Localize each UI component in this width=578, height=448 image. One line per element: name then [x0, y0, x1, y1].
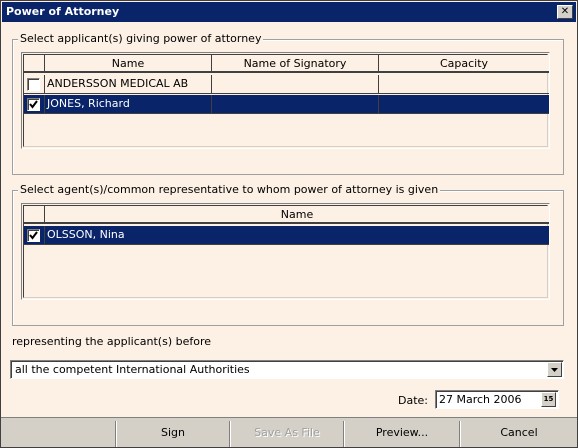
- agent-checkbox[interactable]: [27, 229, 40, 242]
- applicant-name: JONES, Richard: [45, 95, 212, 114]
- agents-header-check: [24, 206, 45, 224]
- applicant-row[interactable]: JONES, Richard: [24, 95, 549, 114]
- date-label: Date:: [398, 394, 428, 407]
- cancel-button[interactable]: Cancel: [460, 421, 577, 447]
- power-of-attorney-dialog: Power of Attorney ✕ Select applicant(s) …: [0, 0, 578, 448]
- agent-row[interactable]: OLSSON, Nina: [24, 226, 549, 245]
- agents-header-name[interactable]: Name: [45, 206, 549, 224]
- title-bar: Power of Attorney ✕: [2, 2, 576, 22]
- close-icon[interactable]: ✕: [557, 5, 573, 19]
- applicant-check-cell: [24, 95, 45, 114]
- window-title: Power of Attorney: [6, 5, 120, 18]
- applicants-header-signatory[interactable]: Name of Signatory: [212, 55, 379, 73]
- applicant-checkbox[interactable]: [27, 78, 40, 91]
- save-as-file-button[interactable]: Save As File: [230, 421, 344, 447]
- applicant-row[interactable]: ANDERSSON MEDICAL AB: [24, 75, 549, 94]
- applicant-name: ANDERSSON MEDICAL AB: [45, 75, 212, 94]
- applicant-signatory[interactable]: [212, 75, 379, 94]
- representing-label: representing the applicant(s) before: [12, 335, 212, 348]
- authority-select-value: all the competent International Authorit…: [15, 363, 250, 376]
- applicant-capacity[interactable]: [379, 95, 549, 114]
- date-field[interactable]: 27 March 2006 15: [435, 390, 559, 409]
- sign-button[interactable]: Sign: [116, 421, 230, 447]
- authority-select[interactable]: all the competent International Authorit…: [10, 360, 564, 379]
- applicants-group-legend: Select applicant(s) giving power of atto…: [18, 32, 264, 45]
- chevron-down-icon[interactable]: [547, 362, 562, 377]
- applicants-table: Name Name of Signatory Capacity ANDERSSO…: [21, 52, 550, 149]
- applicants-header-name[interactable]: Name: [45, 55, 212, 73]
- check-icon: [29, 231, 38, 240]
- applicant-signatory[interactable]: [212, 95, 379, 114]
- spacer-button: [1, 421, 116, 447]
- applicants-group: Select applicant(s) giving power of atto…: [12, 32, 564, 175]
- applicants-header-check: [24, 55, 45, 73]
- date-value: 27 March 2006: [439, 393, 522, 406]
- calendar-icon[interactable]: 15: [541, 392, 556, 407]
- applicants-header-capacity[interactable]: Capacity: [379, 55, 549, 73]
- agent-name: OLSSON, Nina: [47, 228, 125, 241]
- applicant-check-cell: [24, 75, 45, 94]
- agents-group-legend: Select agent(s)/common representative to…: [18, 183, 441, 196]
- agents-table: Name OLSSON, Nina: [21, 203, 550, 300]
- preview-button[interactable]: Preview...: [344, 421, 460, 447]
- button-bar: Sign Save As File Preview... Cancel: [1, 417, 577, 447]
- agent-check-cell: [24, 226, 45, 245]
- applicant-checkbox[interactable]: [27, 98, 40, 111]
- agents-group: Select agent(s)/common representative to…: [12, 183, 564, 326]
- applicant-capacity[interactable]: [379, 75, 549, 94]
- check-icon: [29, 100, 38, 109]
